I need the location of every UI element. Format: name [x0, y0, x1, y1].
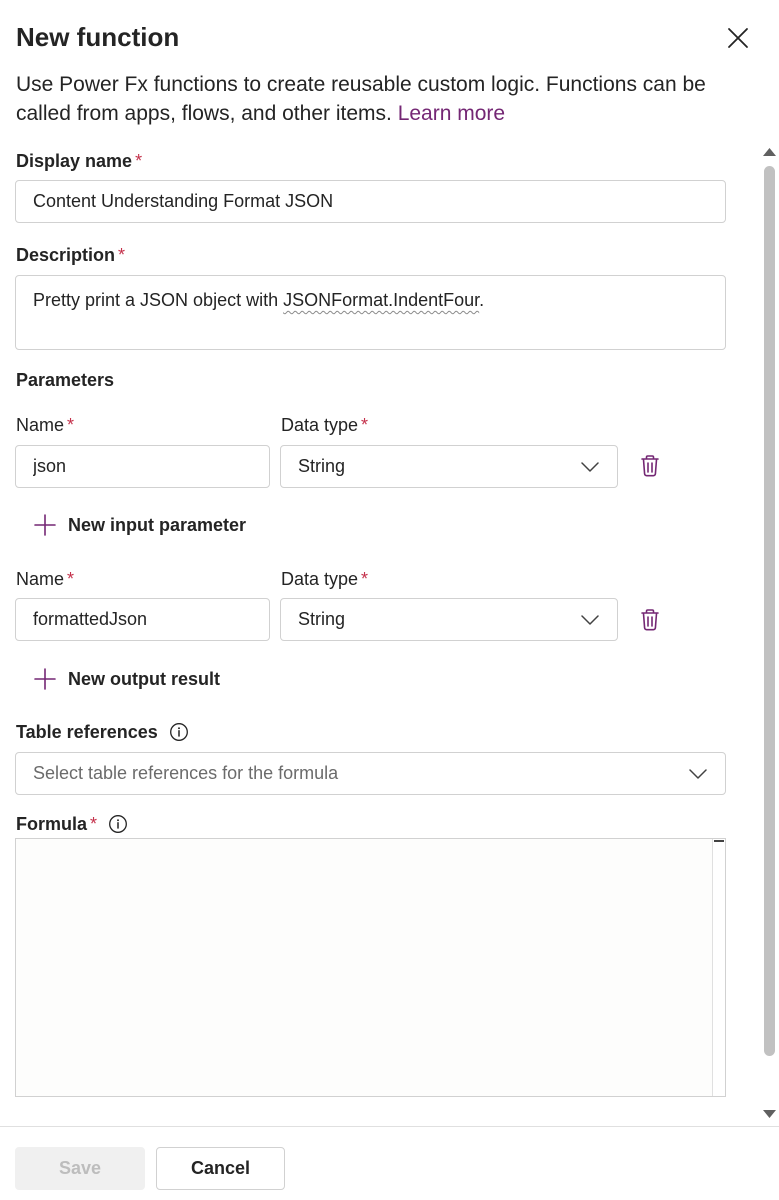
formula-scrollbar-thumb[interactable] — [714, 840, 724, 842]
required-marker: * — [118, 245, 126, 265]
formula-text — [16, 839, 725, 855]
description-textarea[interactable]: Pretty print a JSON object with JSONForm… — [15, 275, 726, 350]
table-references-label-text: Table references — [16, 722, 158, 742]
table-references-label: Table references — [16, 722, 189, 743]
output-type-label: Data type * — [281, 569, 368, 590]
description-text-end: . — [479, 290, 485, 310]
table-references-placeholder: Select table references for the formula — [33, 763, 339, 783]
input-parameter-name-input[interactable] — [15, 445, 270, 488]
input-type-label-text: Data type — [281, 415, 359, 435]
description-label: Description * — [16, 245, 125, 266]
info-icon[interactable] — [108, 814, 128, 834]
output-result-name-input[interactable] — [15, 598, 270, 641]
output-name-label-text: Name — [16, 569, 65, 589]
required-marker: * — [135, 151, 143, 171]
required-marker: * — [90, 814, 98, 834]
formula-editor-scrollbar[interactable] — [712, 839, 725, 1096]
scroll-up-arrow-icon[interactable] — [762, 146, 777, 158]
footer-divider — [0, 1126, 779, 1127]
plus-icon — [34, 668, 56, 690]
plus-icon — [34, 514, 56, 536]
description-label-text: Description — [16, 245, 116, 265]
display-name-input[interactable] — [15, 180, 726, 223]
output-type-selected-value: String — [298, 609, 346, 629]
parameters-heading: Parameters — [16, 370, 115, 390]
input-name-label: Name * — [16, 415, 74, 436]
input-type-selected-value: String — [298, 456, 346, 476]
table-references-dropdown[interactable]: Select table references for the formula — [15, 752, 726, 795]
output-name-label: Name * — [16, 569, 74, 590]
intro-description: Use Power Fx functions to create reusabl… — [16, 73, 706, 125]
required-marker: * — [67, 569, 75, 589]
formula-label-text: Formula — [16, 814, 88, 834]
close-icon — [728, 28, 748, 48]
output-result-type-dropdown[interactable]: String — [280, 598, 618, 641]
output-type-label-text: Data type — [281, 569, 359, 589]
chevron-down-icon — [581, 461, 599, 472]
new-output-result-label: New output result — [68, 668, 220, 689]
scrollbar-thumb[interactable] — [764, 166, 775, 1056]
new-input-parameter-button[interactable]: New input parameter — [34, 509, 246, 541]
new-output-result-button[interactable]: New output result — [34, 663, 220, 695]
scroll-down-arrow-icon[interactable] — [762, 1108, 777, 1120]
description-text: Pretty print a JSON object with — [33, 290, 284, 310]
learn-more-link[interactable]: Learn more — [398, 102, 505, 125]
new-input-parameter-label: New input parameter — [68, 514, 247, 535]
cancel-button[interactable]: Cancel — [156, 1147, 285, 1190]
required-marker: * — [361, 569, 369, 589]
spellcheck-flagged-text: JSONFormat.IndentFour — [283, 290, 480, 310]
intro-text: Use Power Fx functions to create reusabl… — [16, 70, 746, 128]
input-type-label: Data type * — [281, 415, 368, 436]
chevron-down-icon — [689, 768, 707, 779]
panel-title: New function — [16, 22, 180, 52]
save-button[interactable]: Save — [15, 1147, 145, 1190]
required-marker: * — [67, 415, 75, 435]
chevron-down-icon — [581, 614, 599, 625]
formula-editor[interactable] — [15, 838, 726, 1097]
new-function-panel: New function Use Power Fx functions to c… — [0, 0, 779, 1200]
panel-scrollbar[interactable] — [760, 144, 779, 1124]
required-marker: * — [361, 415, 369, 435]
formula-label: Formula * — [16, 814, 128, 835]
input-name-label-text: Name — [16, 415, 65, 435]
trash-icon — [641, 455, 659, 477]
display-name-label-text: Display name — [16, 151, 133, 171]
info-icon[interactable] — [169, 722, 189, 742]
close-button[interactable] — [722, 22, 754, 54]
trash-icon — [641, 609, 659, 631]
delete-input-parameter-button[interactable] — [636, 452, 664, 480]
delete-output-result-button[interactable] — [636, 606, 664, 634]
display-name-label: Display name * — [16, 151, 142, 172]
input-parameter-type-dropdown[interactable]: String — [280, 445, 618, 488]
